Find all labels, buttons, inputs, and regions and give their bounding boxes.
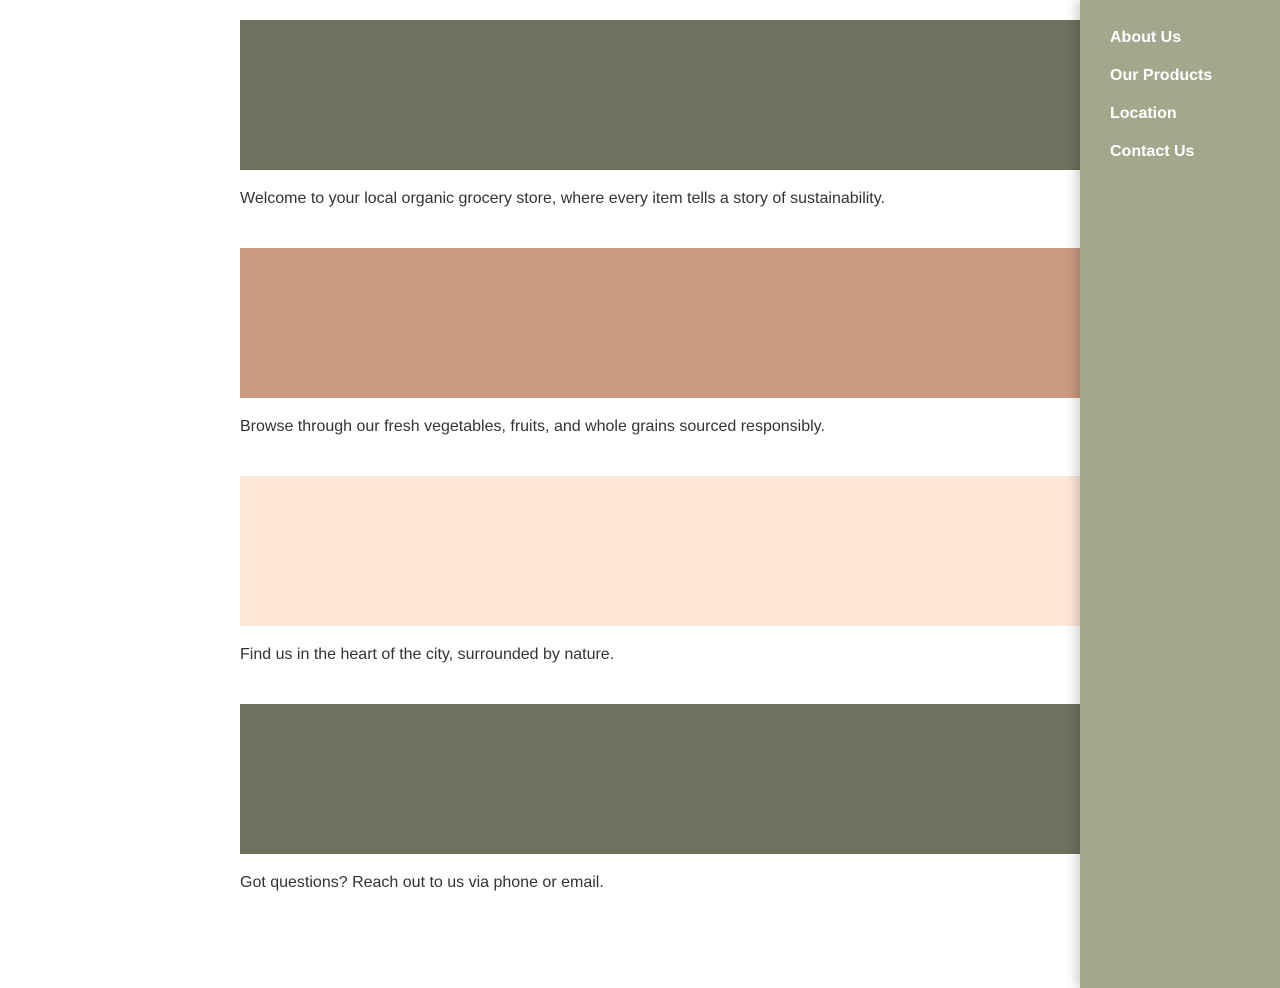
page: Welcome to your local organic grocery st… — [0, 0, 1280, 988]
nav-list-item: Contact Us — [1110, 142, 1280, 180]
nav-link-our-products[interactable]: Our Products — [1110, 66, 1280, 104]
products-text: Browse through our fresh vegetables, fru… — [240, 418, 825, 435]
products-banner — [240, 248, 1120, 398]
location-banner — [240, 476, 1120, 626]
nav-link-about-us[interactable]: About Us — [1110, 28, 1280, 66]
section-location: Find us in the heart of the city, surrou… — [240, 476, 1120, 704]
nav-link-location[interactable]: Location — [1110, 104, 1280, 142]
section-about: Welcome to your local organic grocery st… — [240, 20, 1120, 248]
nav-list: About Us Our Products Location Contact U… — [1080, 0, 1280, 180]
section-contact: Got questions? Reach out to us via phone… — [240, 704, 1120, 932]
section-products: Browse through our fresh vegetables, fru… — [240, 248, 1120, 476]
about-banner — [240, 20, 1120, 170]
contact-text: Got questions? Reach out to us via phone… — [240, 874, 604, 891]
about-text: Welcome to your local organic grocery st… — [240, 190, 885, 207]
nav-list-item: Our Products — [1110, 66, 1280, 104]
nav-list-item: Location — [1110, 104, 1280, 142]
contact-banner — [240, 704, 1120, 854]
sidebar-nav: About Us Our Products Location Contact U… — [1080, 0, 1280, 988]
location-text: Find us in the heart of the city, surrou… — [240, 646, 615, 663]
nav-list-item: About Us — [1110, 28, 1280, 66]
main-content: Welcome to your local organic grocery st… — [240, 20, 1120, 932]
nav-link-contact-us[interactable]: Contact Us — [1110, 142, 1280, 180]
